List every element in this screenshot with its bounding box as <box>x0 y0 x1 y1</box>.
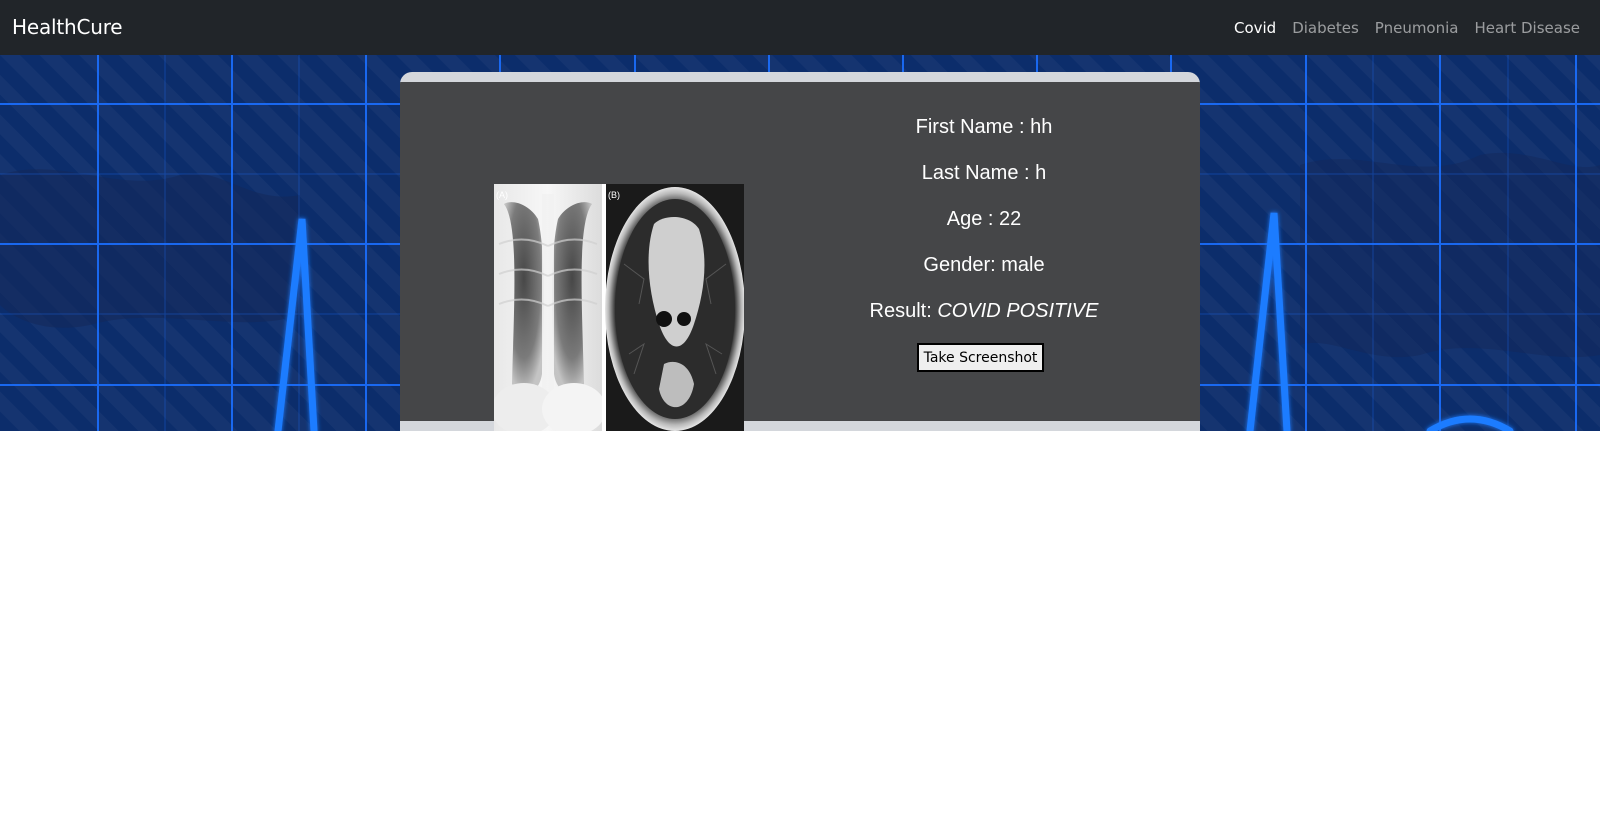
nav-link-heart-disease[interactable]: Heart Disease <box>1474 19 1580 37</box>
result-text: Result: COVID POSITIVE <box>794 297 1174 343</box>
age-text: Age : 22 <box>946 208 1022 230</box>
top-navbar: HealthCure Covid Diabetes Pneumonia Hear… <box>0 0 1600 55</box>
nav-link-diabetes[interactable]: Diabetes <box>1292 19 1359 37</box>
brand-logo[interactable]: HealthCure <box>12 15 123 39</box>
result-value: COVID POSITIVE <box>937 300 1099 322</box>
first-name-text: First Name : hh <box>915 116 1053 138</box>
nav-link-pneumonia[interactable]: Pneumonia <box>1375 19 1459 37</box>
chest-xray-ct-image: (A) (B) <box>494 184 744 431</box>
take-screenshot-button[interactable]: Take Screenshot <box>917 343 1044 372</box>
last-name-text: Last Name : h <box>921 162 1047 184</box>
gender-text: Gender: male <box>923 254 1045 276</box>
panel-b-label: (B) <box>608 190 620 200</box>
nav-link-covid[interactable]: Covid <box>1234 19 1276 37</box>
patient-info: First Name : hh Last Name : h Age : 22 G… <box>794 113 1174 343</box>
chest-xray-ct-image-icon: (A) (B) <box>494 184 744 431</box>
nav-links: Covid Diabetes Pneumonia Heart Disease <box>1234 0 1580 55</box>
result-label: Result: <box>869 300 938 322</box>
panel-a-label: (A) <box>496 190 508 200</box>
